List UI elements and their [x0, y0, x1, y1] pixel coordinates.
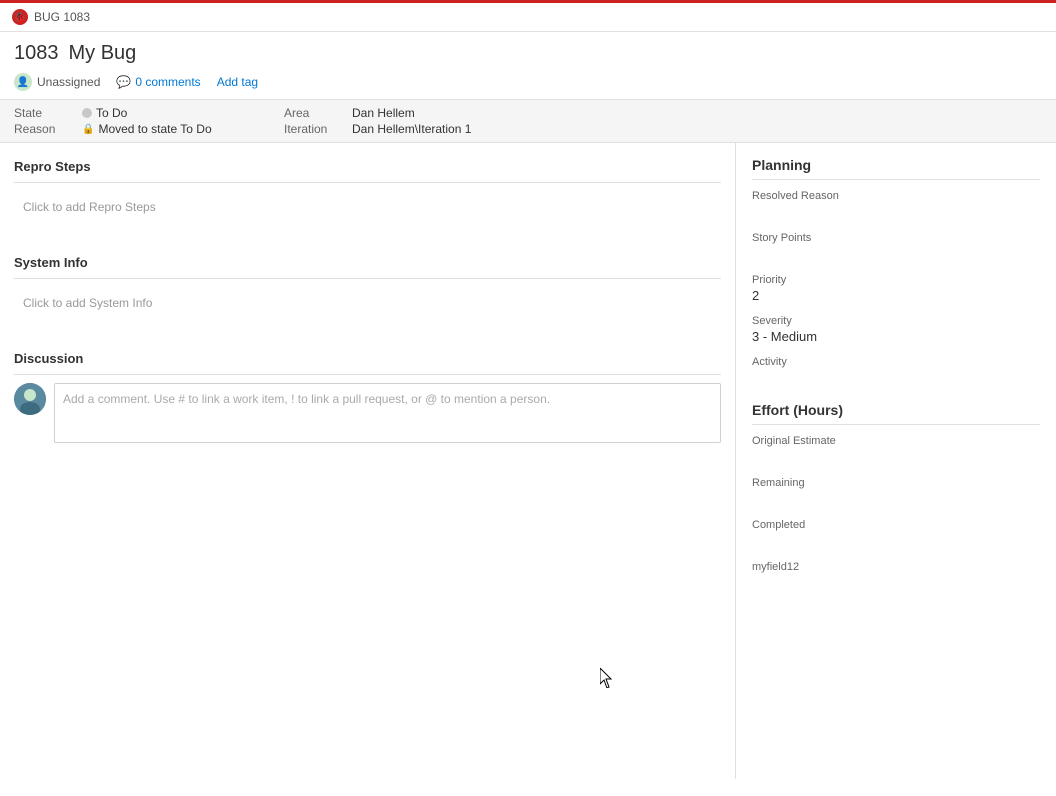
- comment-input[interactable]: Add a comment. Use # to link a work item…: [54, 383, 721, 443]
- state-label: State: [14, 106, 74, 120]
- activity-value[interactable]: [752, 370, 1040, 386]
- area-value[interactable]: Dan Hellem: [352, 106, 415, 120]
- state-value[interactable]: To Do: [82, 106, 127, 120]
- system-info-input[interactable]: Click to add System Info: [14, 287, 721, 327]
- repro-steps-input[interactable]: Click to add Repro Steps: [14, 191, 721, 231]
- story-points-field: Story Points: [752, 232, 1040, 262]
- effort-title: Effort (Hours): [752, 402, 1040, 425]
- add-tag-link[interactable]: Add tag: [217, 75, 258, 89]
- assigned-user[interactable]: 👤 Unassigned: [14, 73, 100, 91]
- bug-icon: 🐞: [12, 9, 28, 25]
- reason-field: Reason 🔒 Moved to state To Do: [14, 122, 254, 136]
- resolved-reason-value[interactable]: [752, 204, 1040, 220]
- system-info-section: System Info Click to add System Info: [14, 255, 721, 327]
- left-panel: Repro Steps Click to add Repro Steps Sys…: [0, 143, 736, 779]
- comment-bubble-icon: 💬: [116, 75, 131, 89]
- original-estimate-label: Original Estimate: [752, 435, 1040, 447]
- original-estimate-value[interactable]: [752, 449, 1040, 465]
- state-field: State To Do: [14, 106, 254, 120]
- title-bar-label: BUG 1083: [34, 10, 90, 24]
- resolved-reason-field: Resolved Reason: [752, 190, 1040, 220]
- content-area: Repro Steps Click to add Repro Steps Sys…: [0, 143, 1056, 779]
- priority-field: Priority 2: [752, 274, 1040, 303]
- iteration-label: Iteration: [284, 122, 344, 136]
- fields-row-1: State To Do Area Dan Hellem: [14, 106, 1042, 120]
- story-points-value[interactable]: [752, 246, 1040, 262]
- myfield12-label: myfield12: [752, 561, 1040, 573]
- comment-row: Add a comment. Use # to link a work item…: [14, 383, 721, 443]
- state-dot: [82, 108, 92, 118]
- work-item-id: 1083: [14, 42, 59, 65]
- myfield12-field: myfield12: [752, 561, 1040, 591]
- priority-label: Priority: [752, 274, 1040, 286]
- reason-value[interactable]: 🔒 Moved to state To Do: [82, 122, 212, 136]
- system-info-title: System Info: [14, 255, 721, 270]
- discussion-section: Discussion Add a comment. Use # to link …: [14, 351, 721, 443]
- completed-field: Completed: [752, 519, 1040, 549]
- discussion-title: Discussion: [14, 351, 721, 366]
- iteration-value[interactable]: Dan Hellem\Iteration 1: [352, 122, 471, 136]
- completed-value[interactable]: [752, 533, 1040, 549]
- work-item-name[interactable]: My Bug: [69, 42, 137, 65]
- iteration-field: Iteration Dan Hellem\Iteration 1: [284, 122, 524, 136]
- right-panel: Planning Resolved Reason Story Points Pr…: [736, 143, 1056, 779]
- comments-link[interactable]: 💬 0 comments: [116, 75, 200, 89]
- activity-label: Activity: [752, 356, 1040, 368]
- area-label: Area: [284, 106, 344, 120]
- completed-label: Completed: [752, 519, 1040, 531]
- repro-steps-title: Repro Steps: [14, 159, 721, 174]
- repro-steps-section: Repro Steps Click to add Repro Steps: [14, 159, 721, 231]
- activity-field: Activity: [752, 356, 1040, 386]
- severity-value[interactable]: 3 - Medium: [752, 329, 1040, 344]
- meta-row: 👤 Unassigned 💬 0 comments Add tag: [14, 73, 1042, 91]
- comments-count: 0 comments: [135, 75, 200, 89]
- work-item-title: 1083 My Bug: [14, 42, 1042, 65]
- main-header: 1083 My Bug 👤 Unassigned 💬 0 comments Ad…: [0, 32, 1056, 100]
- fields-bar: State To Do Area Dan Hellem Reason 🔒 Mov…: [0, 100, 1056, 143]
- remaining-field: Remaining: [752, 477, 1040, 507]
- fields-row-2: Reason 🔒 Moved to state To Do Iteration …: [14, 122, 1042, 136]
- story-points-label: Story Points: [752, 232, 1040, 244]
- area-field: Area Dan Hellem: [284, 106, 524, 120]
- severity-field: Severity 3 - Medium: [752, 315, 1040, 344]
- resolved-reason-label: Resolved Reason: [752, 190, 1040, 202]
- remaining-value[interactable]: [752, 491, 1040, 507]
- myfield12-value[interactable]: [752, 575, 1040, 591]
- original-estimate-field: Original Estimate: [752, 435, 1040, 465]
- assigned-user-label: Unassigned: [37, 75, 100, 89]
- user-icon: 👤: [14, 73, 32, 91]
- severity-label: Severity: [752, 315, 1040, 327]
- priority-value[interactable]: 2: [752, 288, 1040, 303]
- remaining-label: Remaining: [752, 477, 1040, 489]
- planning-title: Planning: [752, 157, 1040, 180]
- lock-icon: 🔒: [82, 124, 94, 135]
- avatar: [14, 383, 46, 415]
- reason-label: Reason: [14, 122, 74, 136]
- title-bar: 🐞 BUG 1083: [0, 0, 1056, 32]
